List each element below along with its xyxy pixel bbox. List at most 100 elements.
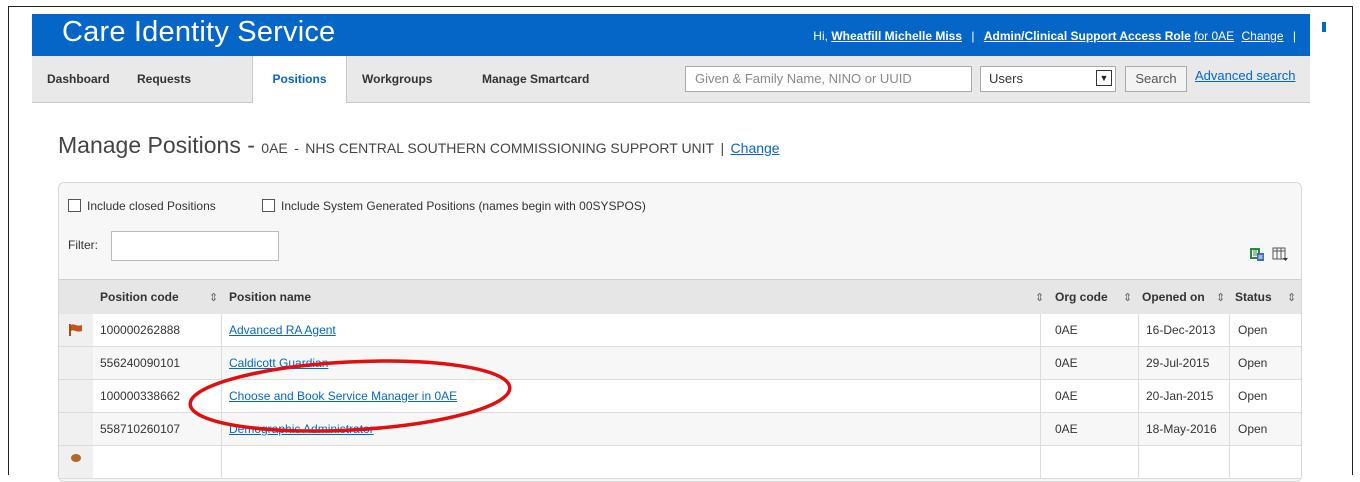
opened-on: 18-May-2016 [1146,422,1217,436]
checkbox-box[interactable] [68,199,81,212]
column-divider [1229,314,1230,346]
filter-input[interactable] [111,231,279,261]
table-row[interactable] [59,446,1301,479]
org-code: 0AE [1055,389,1078,403]
column-divider [1040,413,1041,445]
status-icon [71,454,81,462]
tab-requests[interactable]: Requests [137,56,191,102]
greeting: Hi, [813,29,828,43]
column-divider [1138,446,1139,478]
column-label: Status [1235,290,1272,304]
change-org-link[interactable]: Change [731,140,780,156]
checkbox-box[interactable] [262,199,275,212]
column-divider [1229,347,1230,379]
table-header: Position code ⇕ Position name ⇕ Org code… [59,279,1301,315]
column-divider [1138,413,1139,445]
tab-workgroups[interactable]: Workgroups [362,56,432,102]
user-bar: Hi, Wheatfill Michelle Miss | Admin/Clin… [813,29,1302,43]
flag-cell [59,413,93,445]
column-header-opened-on[interactable]: Opened on [1142,280,1205,314]
role-org-link[interactable]: for 0AE [1194,29,1234,43]
sort-icon[interactable]: ⇕ [1123,280,1132,314]
chevron-down-icon[interactable]: ▼ [1096,70,1112,86]
column-header-position-code[interactable]: Position code [100,280,179,314]
status: Open [1238,356,1268,370]
column-label: Org code [1055,290,1108,304]
column-divider [1229,413,1230,445]
sort-icon[interactable]: ⇕ [1216,280,1225,314]
opened-on: 29-Jul-2015 [1146,356,1210,370]
header-edge [1311,14,1341,56]
status: Open [1238,422,1268,436]
opened-on: 16-Dec-2013 [1146,323,1216,337]
column-divider [221,446,222,478]
page-title-text: Manage Positions [58,132,241,158]
table-row[interactable]: 100000262888 Advanced RA Agent 0AE 16-De… [59,314,1301,347]
main-nav: Dashboard Requests Positions Workgroups … [32,56,1310,103]
sort-icon[interactable]: ⇕ [1035,280,1044,314]
header-edge-mark [1322,22,1326,32]
flag-cell [59,446,93,478]
org-code: 0AE [1055,323,1078,337]
column-divider [1040,446,1041,478]
status: Open [1238,389,1268,403]
search-button[interactable]: Search [1125,66,1187,92]
change-role-link[interactable]: Change [1241,29,1283,43]
search-scope-select[interactable]: Users ▼ [980,66,1116,92]
export-icon[interactable] [1249,246,1265,262]
filter-label: Filter: [68,238,98,252]
org-code: 0AE [1055,422,1078,436]
user-name-link[interactable]: Wheatfill Michelle Miss [831,29,962,43]
column-label: Position code [100,290,179,304]
column-divider [1138,380,1139,412]
flag-cell [59,380,93,412]
column-divider [1138,347,1139,379]
highlight-annotation [188,359,512,433]
include-closed-checkbox[interactable]: Include closed Positions [68,199,216,213]
role-link[interactable]: Admin/Clinical Support Access Role [984,29,1191,43]
advanced-search-link[interactable]: Advanced search [1195,68,1295,83]
position-code: 100000262888 [100,323,181,337]
search-scope-value: Users [989,71,1023,86]
sort-icon[interactable]: ⇕ [1287,280,1296,314]
position-code: 100000338662 [100,389,181,403]
column-label: Position name [229,290,312,304]
separator: | [1292,29,1296,43]
columns-icon[interactable] [1272,246,1288,262]
column-divider [1138,314,1139,346]
column-divider [1040,314,1041,346]
position-code: 558710260107 [100,422,181,436]
tab-positions[interactable]: Positions [252,56,347,103]
include-closed-label: Include closed Positions [87,199,216,213]
flag-cell [59,314,93,346]
column-header-org-code[interactable]: Org code [1055,280,1108,314]
separator: | [971,29,975,43]
column-divider [221,314,222,346]
position-code: 556240090101 [100,356,181,370]
title-dash: - [247,132,255,158]
org-name: NHS CENTRAL SOUTHERN COMMISSIONING SUPPO… [305,140,715,156]
flag-icon [69,324,82,336]
app-header: Care Identity Service Hi, Wheatfill Mich… [32,14,1310,56]
title-dash-2: - [294,140,299,156]
flag-cell [59,347,93,379]
column-divider [1229,446,1230,478]
status: Open [1238,323,1268,337]
page-title: Manage Positions - 0AE - NHS CENTRAL SOU… [58,132,780,159]
title-separator: | [720,140,725,156]
column-header-status[interactable]: Status [1235,280,1272,314]
sort-icon[interactable]: ⇕ [209,280,218,314]
include-system-checkbox[interactable]: Include System Generated Positions (name… [262,199,646,213]
org-code: 0AE [261,140,288,156]
tab-manage-smartcard[interactable]: Manage Smartcard [482,56,589,102]
tab-dashboard[interactable]: Dashboard [47,56,110,102]
opened-on: 20-Jan-2015 [1146,389,1214,403]
column-header-position-name[interactable]: Position name [229,280,311,314]
column-divider [1040,380,1041,412]
org-code: 0AE [1055,356,1078,370]
search-input[interactable]: Given & Family Name, NINO or UUID [685,66,972,92]
column-divider [1040,347,1041,379]
app-title: Care Identity Service [62,16,336,48]
position-name-cell: Advanced RA Agent [229,314,336,346]
position-name-link[interactable]: Advanced RA Agent [229,323,336,337]
